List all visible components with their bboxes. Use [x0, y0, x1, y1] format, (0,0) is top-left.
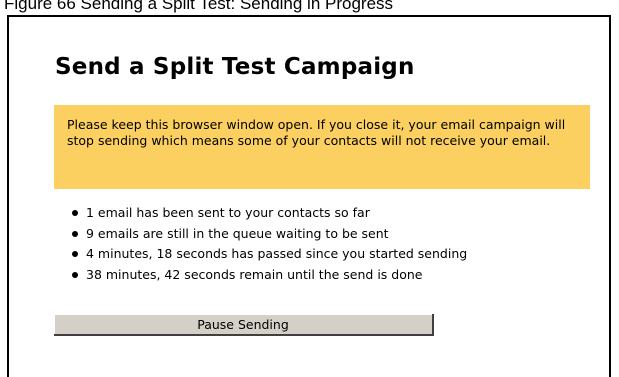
- page-title: Send a Split Test Campaign: [55, 54, 415, 80]
- bullet-icon: [72, 251, 78, 258]
- figure-caption: Figure 66 Sending a Split Test: Sending …: [4, 0, 394, 13]
- status-item-label: 38 minutes, 42 seconds remain until the …: [86, 266, 423, 282]
- pause-sending-button[interactable]: Pause Sending: [54, 314, 434, 336]
- bullet-icon: [72, 271, 78, 278]
- bullet-icon: [72, 230, 78, 237]
- bullet-icon: [72, 210, 78, 217]
- status-item-elapsed: 4 minutes, 18 seconds has passed since y…: [58, 244, 467, 265]
- status-item-queued: 9 emails are still in the queue waiting …: [58, 224, 467, 245]
- send-status-list: 1 email has been sent to your contacts s…: [58, 203, 467, 285]
- warning-text: Please keep this browser window open. If…: [67, 117, 566, 148]
- status-item-sent: 1 email has been sent to your contacts s…: [58, 203, 467, 224]
- status-item-label: 1 email has been sent to your contacts s…: [86, 205, 370, 220]
- status-item-label: 4 minutes, 18 seconds has passed since y…: [86, 246, 468, 261]
- status-item-remaining: 38 minutes, 42 seconds remain until the …: [58, 265, 467, 286]
- keep-window-open-warning: Please keep this browser window open. If…: [54, 105, 590, 189]
- status-item-label: 9 emails are still in the queue waiting …: [86, 225, 389, 241]
